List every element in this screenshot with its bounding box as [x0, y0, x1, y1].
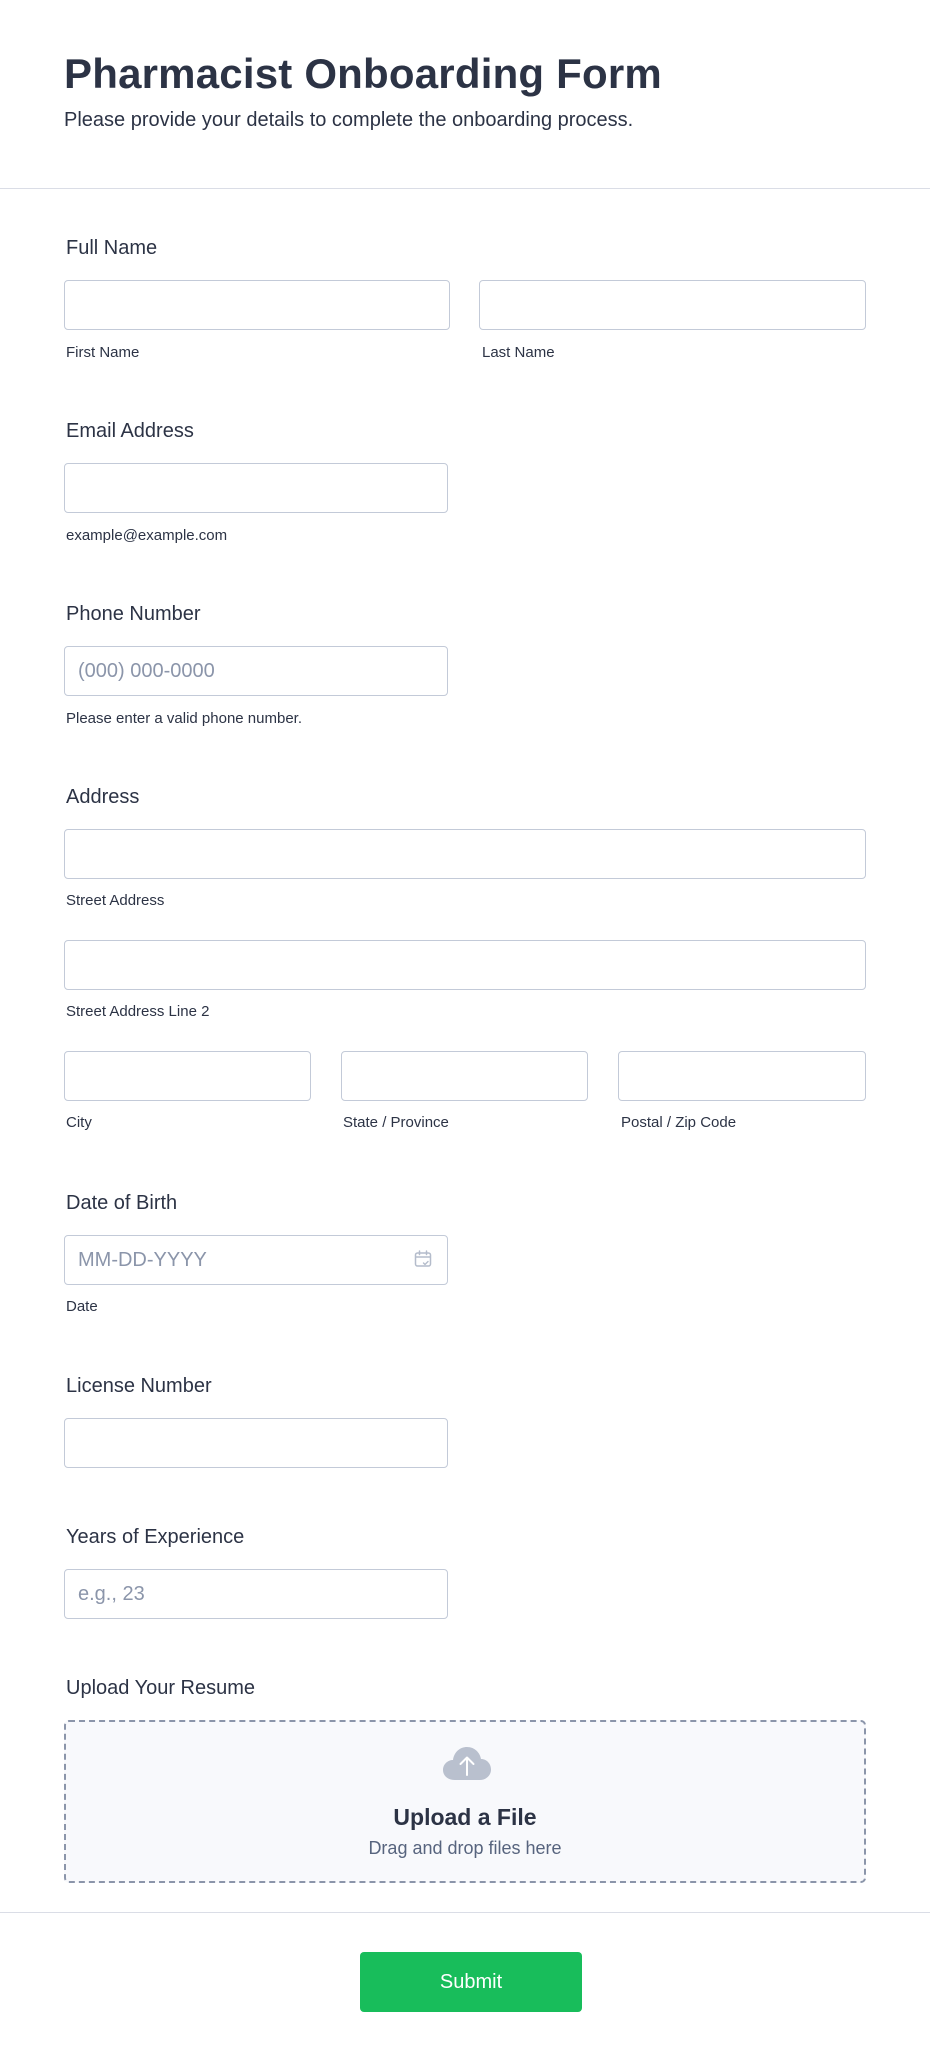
email-sublabel: example@example.com — [66, 527, 228, 544]
last-name-sublabel: Last Name — [482, 344, 555, 361]
street-address-line2-input[interactable] — [64, 940, 866, 990]
street-address-line2-sublabel: Street Address Line 2 — [66, 1003, 210, 1020]
phone-input[interactable] — [64, 646, 448, 696]
submit-button[interactable]: Submit — [360, 1952, 582, 2012]
state-sublabel: State / Province — [343, 1114, 449, 1131]
form-header: Pharmacist Onboarding Form Please provid… — [0, 0, 930, 189]
experience-input[interactable] — [64, 1569, 448, 1619]
city-input[interactable] — [64, 1051, 311, 1101]
first-name-sublabel: First Name — [66, 344, 140, 361]
email-label: Email Address — [66, 420, 194, 442]
street-address-input[interactable] — [64, 829, 866, 879]
street-address-sublabel: Street Address — [66, 892, 165, 909]
form-subtitle: Please provide your details to complete … — [64, 109, 634, 131]
phone-label: Phone Number — [66, 603, 201, 625]
upload-hint: Drag and drop files here — [368, 1838, 562, 1858]
last-name-input[interactable] — [479, 280, 866, 330]
address-label: Address — [66, 786, 140, 808]
zip-sublabel: Postal / Zip Code — [621, 1114, 737, 1131]
license-input[interactable] — [64, 1418, 448, 1468]
email-field[interactable] — [64, 463, 448, 513]
resume-upload-dropzone[interactable]: Upload a File Drag and drop files here — [64, 1720, 866, 1883]
zip-input[interactable] — [618, 1051, 866, 1101]
city-sublabel: City — [66, 1114, 92, 1131]
upload-title: Upload a File — [393, 1804, 537, 1830]
resume-label: Upload Your Resume — [66, 1677, 256, 1699]
dob-sublabel: Date — [66, 1298, 98, 1315]
dob-label: Date of Birth — [66, 1192, 178, 1214]
onboarding-form-page: Pharmacist Onboarding Form Please provid… — [0, 0, 930, 2060]
form-title: Pharmacist Onboarding Form — [64, 50, 662, 97]
full-name-label: Full Name — [66, 237, 158, 259]
state-input[interactable] — [341, 1051, 588, 1101]
cloud-upload-icon — [443, 1747, 491, 1780]
footer-divider — [0, 1912, 930, 1913]
dob-input[interactable] — [64, 1235, 448, 1285]
calendar-icon[interactable] — [414, 1250, 432, 1268]
license-label: License Number — [66, 1375, 212, 1397]
first-name-input[interactable] — [64, 280, 450, 330]
phone-sublabel: Please enter a valid phone number. — [66, 710, 302, 727]
experience-label: Years of Experience — [66, 1526, 245, 1548]
